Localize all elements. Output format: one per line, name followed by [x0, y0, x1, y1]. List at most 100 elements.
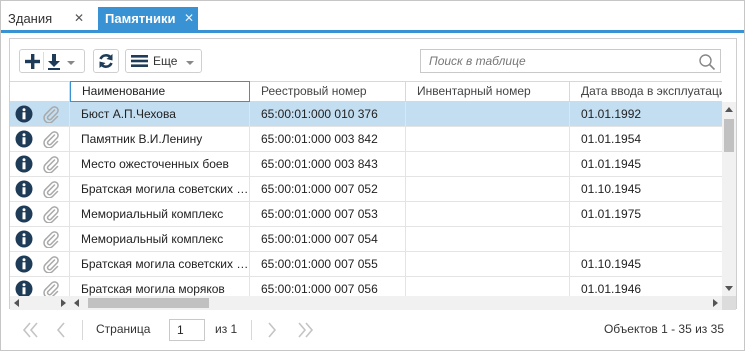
page-label: Страница: [96, 322, 151, 336]
cell-date: [570, 227, 722, 251]
header-icons-spacer: [10, 82, 70, 102]
info-icon[interactable]: [15, 255, 33, 276]
cell-inv: [406, 152, 570, 176]
frozen-scrollbar[interactable]: [10, 296, 70, 310]
table-row[interactable]: Место ожесточенных боев 65:00:01:000 003 …: [10, 152, 722, 177]
first-page-icon[interactable]: [21, 321, 41, 342]
table-row[interactable]: Мемориальный комплекс 65:00:01:000 007 05…: [10, 202, 722, 227]
cell-name: Бюст А.П.Чехова: [70, 102, 250, 126]
info-icon[interactable]: [15, 230, 33, 251]
cell-name: Мемориальный комплекс: [70, 202, 250, 226]
tab-buildings[interactable]: Здания ✕: [1, 7, 93, 30]
cell-date: 01.01.1975: [581, 207, 642, 221]
attachment-icon[interactable]: [42, 205, 60, 226]
cell-inv: [406, 252, 570, 276]
cell-inv: [406, 102, 570, 126]
close-icon[interactable]: ✕: [184, 7, 194, 30]
tab-bar: Здания ✕ Памятники ✕: [1, 1, 744, 33]
object-count-label: Объектов 1 - 35 из 35: [603, 322, 724, 336]
more-label: Еще: [153, 54, 178, 68]
cell-name: Братская могила советских воинов: [70, 252, 250, 276]
vertical-scroll-thumb[interactable]: [724, 119, 734, 152]
scroll-left-arrow-icon[interactable]: [14, 299, 19, 307]
cell-reg: 65:00:01:000 003 843: [250, 152, 406, 176]
table-row[interactable]: Мемориальный комплекс 65:00:01:000 007 05…: [10, 227, 722, 252]
info-icon[interactable]: [15, 280, 33, 296]
horizontal-scrollbar[interactable]: [70, 296, 722, 310]
row-actions: [10, 202, 70, 226]
attachment-icon[interactable]: [42, 105, 60, 126]
cell-name: Памятник В.И.Ленину: [70, 127, 250, 151]
more-menu-button[interactable]: Еще: [125, 49, 202, 73]
menu-icon: [131, 54, 148, 68]
row-actions: [10, 177, 70, 201]
column-header-date[interactable]: Дата ввода в эксплуатацию: [570, 82, 722, 102]
cell-name: Мемориальный комплекс: [70, 227, 250, 251]
download-icon[interactable]: [46, 53, 62, 70]
table-row[interactable]: Братская могила советских воинов65:00:01…: [10, 252, 722, 277]
column-header-name[interactable]: Наименование: [70, 81, 250, 102]
row-actions: [10, 252, 70, 276]
refresh-icon: [97, 52, 115, 70]
cell-name: Братская могила моряков: [70, 277, 250, 296]
table-row[interactable]: Бюст А.П.Чехова 65:00:01:000 010 376 01.01…: [10, 102, 722, 127]
info-icon[interactable]: [15, 155, 33, 176]
row-actions: [10, 152, 70, 176]
cell-date: 01.01.1954: [581, 132, 642, 146]
info-icon[interactable]: [15, 205, 33, 226]
table-header: Наименование Реестровый номер Инвентарны…: [10, 81, 722, 102]
scroll-up-arrow-icon[interactable]: [725, 107, 733, 112]
chevron-down-icon: [186, 54, 195, 68]
info-icon[interactable]: [15, 180, 33, 201]
table-row[interactable]: Братская могила советских воинов65:00:01…: [10, 177, 722, 202]
scroll-right-arrow-icon[interactable]: [61, 299, 66, 307]
prev-page-icon[interactable]: [54, 321, 68, 342]
table-row[interactable]: Братская могила моряков 65:00:01:000 007 …: [10, 277, 722, 296]
row-actions: [10, 227, 70, 251]
row-actions: [10, 127, 70, 151]
cell-inv: [406, 227, 570, 251]
table-body: Бюст А.П.Чехова 65:00:01:000 010 376 01.01…: [10, 102, 722, 296]
column-header-reg-number[interactable]: Реестровый номер: [250, 82, 406, 102]
attachment-icon[interactable]: [42, 155, 60, 176]
tab-monuments-label: Памятники: [105, 11, 176, 26]
cell-reg: 65:00:01:000 007 055: [250, 252, 406, 276]
scroll-right-arrow-icon[interactable]: [713, 299, 718, 307]
attachment-icon[interactable]: [42, 130, 60, 151]
search-icon[interactable]: [698, 53, 716, 74]
cell-reg: 65:00:01:000 007 053: [250, 202, 406, 226]
attachment-icon[interactable]: [42, 230, 60, 251]
table-row[interactable]: Памятник В.И.Ленину 65:00:01:000 003 842 0…: [10, 127, 722, 152]
attachment-icon[interactable]: [42, 280, 60, 296]
scroll-down-arrow-icon[interactable]: [725, 286, 733, 291]
vertical-scrollbar[interactable]: [722, 102, 736, 296]
last-page-icon[interactable]: [295, 321, 315, 342]
plus-icon[interactable]: [24, 53, 41, 70]
attachment-icon[interactable]: [42, 255, 60, 276]
close-icon[interactable]: ✕: [74, 7, 84, 30]
scroll-left-arrow-icon[interactable]: [74, 299, 79, 307]
next-page-icon[interactable]: [265, 321, 279, 342]
cell-date: 01.01.1945: [581, 157, 642, 171]
cell-inv: [406, 177, 570, 201]
cell-reg: 65:00:01:000 007 052: [250, 177, 406, 201]
attachment-icon[interactable]: [42, 180, 60, 201]
column-header-inv-number[interactable]: Инвентарный номер: [406, 82, 570, 102]
data-grid: Наименование Реестровый номер Инвентарны…: [10, 81, 736, 310]
info-icon[interactable]: [15, 105, 33, 126]
row-actions: [10, 277, 70, 296]
info-icon[interactable]: [15, 130, 33, 151]
refresh-button[interactable]: [93, 49, 119, 73]
cell-date: 01.01.1992: [581, 107, 642, 121]
search-input[interactable]: Поиск в таблице: [420, 49, 721, 73]
scroll-corner: [722, 296, 736, 310]
tab-monuments[interactable]: Памятники ✕: [98, 7, 198, 30]
tab-buildings-label: Здания: [8, 11, 53, 26]
horizontal-scroll-thumb[interactable]: [88, 298, 209, 308]
cell-inv: [406, 127, 570, 151]
chevron-down-icon[interactable]: [67, 54, 75, 68]
divider: [82, 320, 83, 340]
page-number-input[interactable]: 1: [169, 319, 205, 341]
pager: Страница 1 из 1 Объектов 1 - 35 из 35: [9, 313, 737, 347]
cell-reg: 65:00:01:000 003 842: [250, 127, 406, 151]
